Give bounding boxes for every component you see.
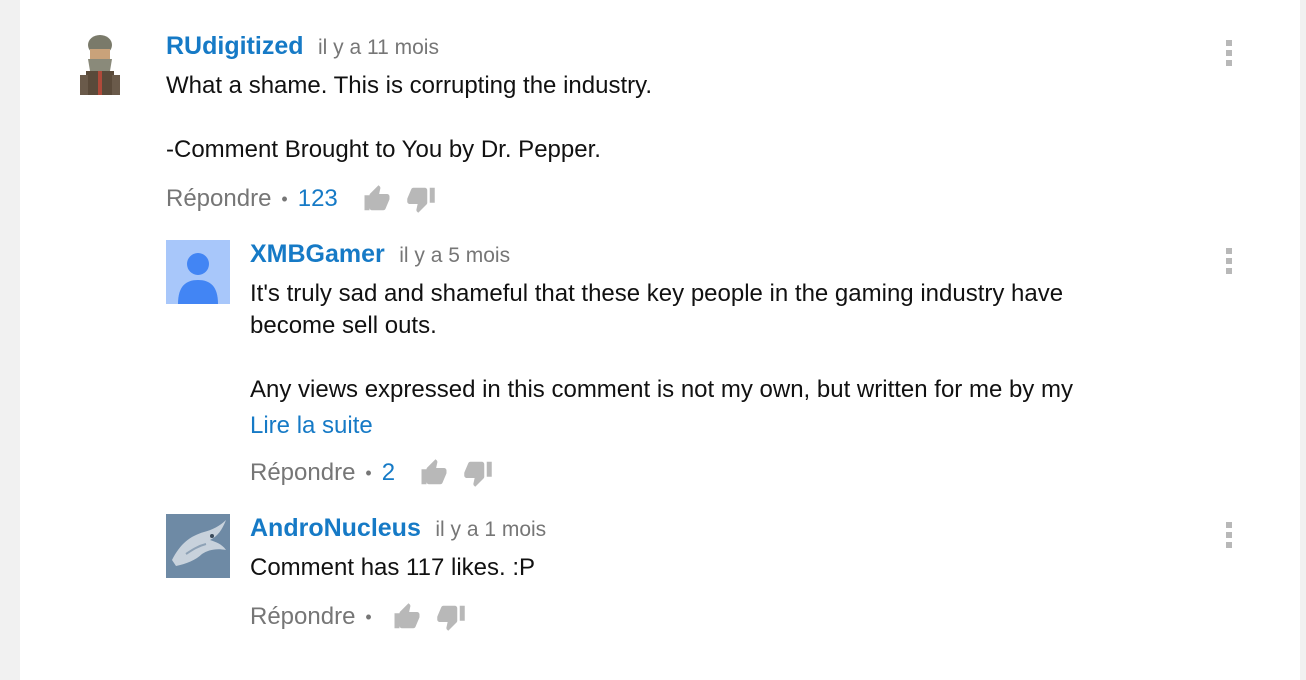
separator-dot: • [365,606,372,627]
comment-line: It's truly sad and shameful that these k… [250,280,1064,307]
comment-actions: Répondre • [250,600,466,634]
comment-author[interactable]: AndroNucleus [250,514,421,542]
thumbs-up-icon[interactable] [419,458,449,488]
separator-dot: • [281,188,288,209]
thumbs-up-icon[interactable] [392,602,422,632]
comment-author[interactable]: RUdigitized [166,32,304,60]
thumbs-down-icon[interactable] [463,458,493,488]
more-options-icon[interactable] [1224,520,1234,550]
comment-header: RUdigitized il y a 11 mois [166,32,439,61]
thumbs-up-icon[interactable] [362,184,392,214]
comment-thread: RUdigitized il y a 11 mois What a shame.… [20,0,1300,230]
separator-dot: • [365,462,372,483]
comment-time[interactable]: il y a 5 mois [399,244,510,267]
comment-line: Comment has 117 likes. :P [250,554,536,581]
comment-body: Comment has 117 likes. :P [250,552,1210,584]
more-options-icon[interactable] [1224,38,1234,68]
thumbs-down-icon[interactable] [406,184,436,214]
comment-body: What a shame. This is corrupting the ind… [166,70,1166,166]
default-user-avatar-icon[interactable] [166,240,230,304]
comment-header: XMBGamer il y a 5 mois [250,240,510,269]
dragon-avatar-icon[interactable] [166,514,230,578]
comment-author[interactable]: XMBGamer [250,240,385,268]
dwarf-avatar-icon[interactable] [68,31,132,95]
comment-body: It's truly sad and shameful that these k… [250,278,1210,442]
reply-button[interactable]: Répondre [250,459,355,487]
reply-comment: XMBGamer il y a 5 mois It's truly sad an… [20,230,1300,500]
comment-time[interactable]: il y a 11 mois [318,36,439,59]
comment-time[interactable]: il y a 1 mois [435,518,546,541]
reply-button[interactable]: Répondre [166,185,271,213]
like-count: 2 [381,459,396,486]
comment-line: Any views expressed in this comment is n… [250,376,1073,403]
like-count: 123 [297,185,338,212]
more-options-icon[interactable] [1224,246,1234,276]
reply-comment: AndroNucleus il y a 1 mois Comment has 1… [20,500,1300,670]
comment-actions: Répondre • 2 [250,456,493,490]
thumbs-down-icon[interactable] [436,602,466,632]
comments-panel: RUdigitized il y a 11 mois What a shame.… [20,0,1300,680]
comment-line: -Comment Brought to You by Dr. Pepper. [166,136,601,163]
comment-line: become sell outs. [250,312,437,339]
reply-button[interactable]: Répondre [250,603,355,631]
comment-actions: Répondre • 123 [166,182,436,216]
read-more-link[interactable]: Lire la suite [250,410,373,442]
comment-header: AndroNucleus il y a 1 mois [250,514,546,543]
comment-line: What a shame. This is corrupting the ind… [166,72,652,99]
